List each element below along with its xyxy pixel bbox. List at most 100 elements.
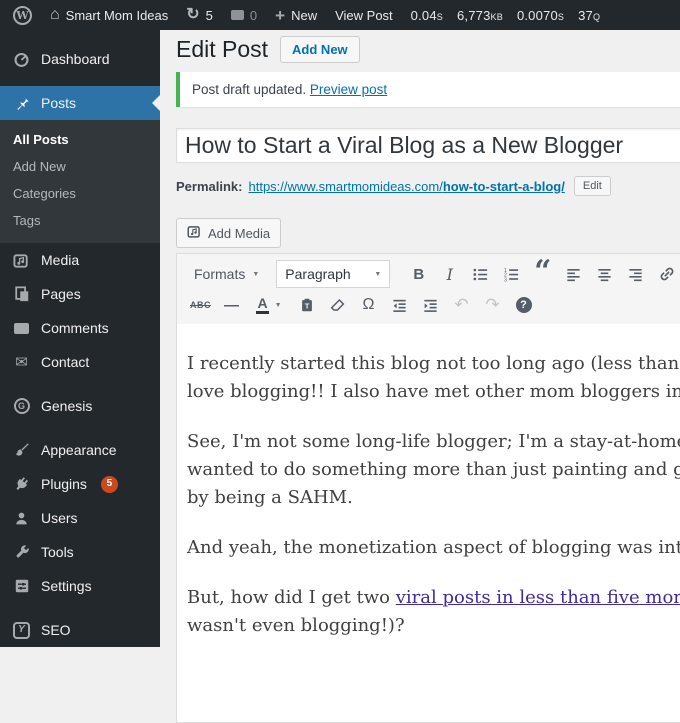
sidebar-item-label: Comments bbox=[41, 320, 109, 336]
wrench-icon bbox=[12, 544, 31, 560]
visual-editor: Formats ▼ Paragraph ▼ B I 123 “ ABC — A … bbox=[176, 253, 680, 723]
sidebar-item-pages[interactable]: Pages bbox=[0, 277, 160, 311]
submenu-item-add-new[interactable]: Add New bbox=[0, 153, 160, 180]
sidebar-item-genesis[interactable]: G Genesis bbox=[0, 389, 160, 423]
submenu-item-categories[interactable]: Categories bbox=[0, 180, 160, 207]
insert-link-button[interactable] bbox=[651, 261, 680, 287]
special-character-button[interactable]: Ω bbox=[353, 292, 384, 318]
align-center-icon bbox=[596, 266, 613, 283]
viral-posts-link[interactable]: viral posts in less than five months bbox=[396, 587, 680, 608]
bold-button[interactable]: B bbox=[403, 261, 434, 287]
sidebar-item-label: SEO bbox=[41, 622, 71, 638]
query-monitor-stats[interactable]: 0.04s 6,773kb 0.0070s 37q bbox=[402, 0, 610, 30]
sidebar-item-dashboard[interactable]: Dashboard bbox=[0, 42, 160, 76]
align-right-button[interactable] bbox=[620, 261, 651, 287]
update-icon: ↻ bbox=[186, 6, 200, 23]
genesis-icon: G bbox=[12, 398, 31, 414]
editor-toolbar-secondary: ABC — A ▼ T Ω ↶ ↷ ? bbox=[177, 290, 680, 324]
text-color-icon: A bbox=[256, 296, 269, 314]
undo-icon: ↶ bbox=[454, 295, 469, 314]
wordpress-menu[interactable]: W bbox=[4, 0, 41, 30]
comment-bubble-icon bbox=[12, 322, 31, 334]
sidebar-item-label: Dashboard bbox=[41, 51, 110, 67]
comments-menu[interactable]: 0 bbox=[222, 0, 266, 30]
pushpin-icon bbox=[12, 95, 31, 111]
bold-icon: B bbox=[413, 265, 425, 283]
italic-button[interactable]: I bbox=[434, 261, 465, 287]
query-time: 0.0070s bbox=[516, 7, 565, 23]
sidebar-item-posts[interactable]: Posts bbox=[0, 86, 160, 120]
plus-icon: + bbox=[275, 5, 286, 25]
align-center-button[interactable] bbox=[589, 261, 620, 287]
view-post-menu[interactable]: View Post bbox=[326, 0, 402, 30]
blockquote-icon: “ bbox=[534, 254, 552, 289]
settings-sliders-icon bbox=[12, 578, 31, 594]
help-button[interactable]: ? bbox=[508, 292, 539, 318]
sidebar-item-seo[interactable]: Y SEO bbox=[0, 613, 160, 647]
sidebar-item-contact[interactable]: ✉ Contact bbox=[0, 345, 160, 379]
align-left-button[interactable] bbox=[558, 261, 589, 287]
paragraph: I recently started this blog not too lon… bbox=[187, 350, 680, 406]
sidebar-item-tools[interactable]: Tools bbox=[0, 535, 160, 569]
notice-text: Post draft updated. bbox=[192, 82, 307, 97]
sidebar-item-settings[interactable]: Settings bbox=[0, 569, 160, 603]
redo-button[interactable]: ↷ bbox=[477, 292, 508, 318]
sidebar-item-media[interactable]: Media bbox=[0, 243, 160, 277]
updates-menu[interactable]: ↻ 5 bbox=[177, 0, 222, 30]
numbered-list-icon: 123 bbox=[503, 266, 520, 283]
sidebar-item-label: Plugins bbox=[41, 476, 87, 492]
horizontal-rule-button[interactable]: — bbox=[216, 292, 247, 318]
undo-button[interactable]: ↶ bbox=[446, 292, 477, 318]
yoast-seo-icon: Y bbox=[12, 621, 31, 639]
clear-formatting-button[interactable] bbox=[322, 292, 353, 318]
outdent-button[interactable] bbox=[384, 292, 415, 318]
chevron-down-icon: ▼ bbox=[252, 270, 260, 278]
permalink-row: Permalink: https://www.smartmomideas.com… bbox=[176, 176, 680, 196]
post-title-input[interactable] bbox=[176, 128, 680, 163]
site-name-menu[interactable]: ⌂ Smart Mom Ideas bbox=[41, 0, 177, 30]
sidebar-item-appearance[interactable]: Appearance bbox=[0, 433, 160, 467]
admin-sidebar-menu: Dashboard Posts All Posts Add New Catego… bbox=[0, 30, 160, 647]
paintbrush-icon bbox=[12, 442, 31, 458]
sidebar-item-users[interactable]: Users bbox=[0, 501, 160, 535]
new-content-menu[interactable]: + New bbox=[266, 0, 326, 30]
submenu-item-tags[interactable]: Tags bbox=[0, 207, 160, 234]
strikethrough-icon: ABC bbox=[190, 300, 211, 310]
sidebar-item-plugins[interactable]: Plugins 5 bbox=[0, 467, 160, 501]
paragraph-style-dropdown[interactable]: Paragraph ▼ bbox=[276, 260, 391, 288]
submenu-item-all-posts[interactable]: All Posts bbox=[0, 126, 160, 153]
strikethrough-button[interactable]: ABC bbox=[185, 292, 216, 318]
permalink-url-link[interactable]: https://www.smartmomideas.com/how-to-sta… bbox=[248, 179, 564, 194]
paragraph: But, how did I get two viral posts in le… bbox=[187, 584, 680, 640]
add-new-post-button[interactable]: Add New bbox=[280, 36, 360, 63]
bullet-list-button[interactable] bbox=[465, 261, 496, 287]
editor-content[interactable]: I recently started this blog not too lon… bbox=[177, 324, 680, 722]
text-line: love blogging!! I also have met other mo… bbox=[187, 381, 680, 402]
add-media-label: Add Media bbox=[208, 225, 271, 241]
text-color-button[interactable]: A ▼ bbox=[247, 292, 291, 318]
formats-dropdown[interactable]: Formats ▼ bbox=[185, 260, 268, 288]
sidebar-item-label: Genesis bbox=[41, 398, 93, 414]
sidebar-item-label: Appearance bbox=[41, 442, 117, 458]
redo-icon: ↷ bbox=[485, 295, 500, 314]
edit-permalink-button[interactable]: Edit bbox=[573, 176, 611, 196]
sidebar-item-label: Pages bbox=[41, 286, 81, 302]
text-line: by being a SAHM. bbox=[187, 487, 353, 508]
indent-button[interactable] bbox=[415, 292, 446, 318]
memory-usage: 6,773kb bbox=[456, 7, 503, 23]
paste-as-text-button[interactable]: T bbox=[291, 292, 322, 318]
link-icon bbox=[658, 265, 676, 283]
text-line: I recently started this blog not too lon… bbox=[187, 353, 680, 374]
new-label: New bbox=[291, 7, 318, 23]
sidebar-item-label: Users bbox=[41, 510, 78, 526]
paragraph-style-label: Paragraph bbox=[285, 266, 351, 282]
add-media-icon bbox=[187, 224, 202, 242]
preview-post-link[interactable]: Preview post bbox=[310, 82, 387, 97]
indent-icon bbox=[422, 297, 439, 314]
omega-icon: Ω bbox=[362, 296, 375, 313]
add-media-button[interactable]: Add Media bbox=[176, 218, 282, 248]
numbered-list-button[interactable]: 123 bbox=[496, 261, 527, 287]
site-name: Smart Mom Ideas bbox=[65, 7, 169, 23]
blockquote-button[interactable]: “ bbox=[527, 254, 558, 289]
sidebar-item-comments[interactable]: Comments bbox=[0, 311, 160, 345]
